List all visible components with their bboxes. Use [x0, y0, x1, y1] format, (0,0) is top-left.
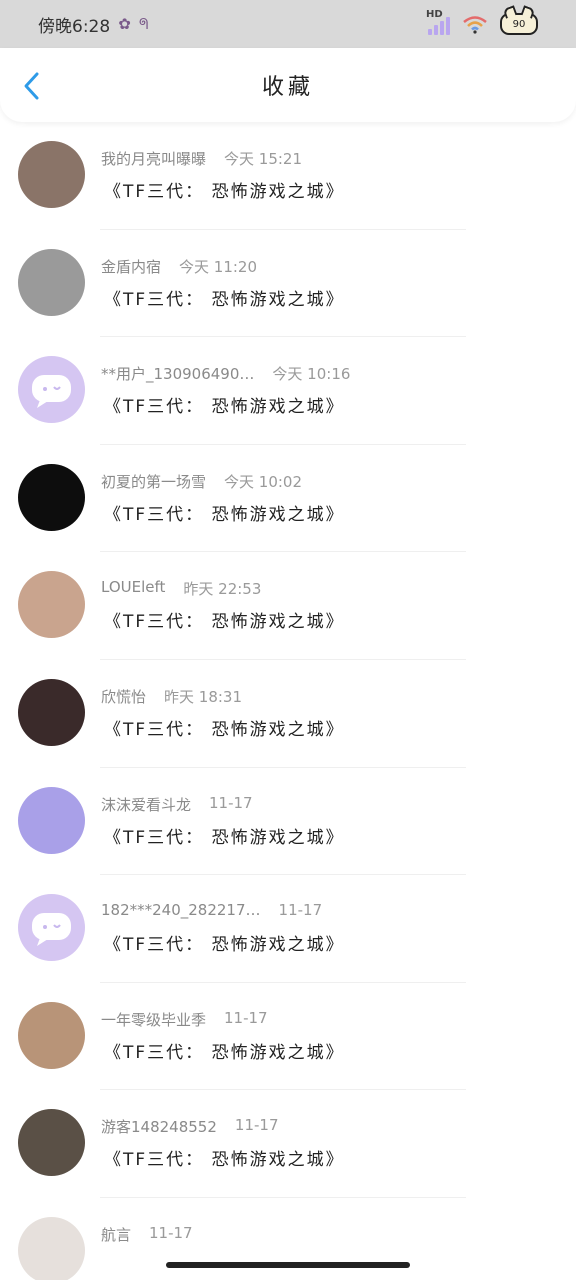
signal-icon: HD — [426, 9, 450, 35]
username[interactable]: 金盾内宿 — [101, 256, 161, 277]
avatar[interactable] — [18, 141, 85, 208]
flower-icon: ✿ — [118, 15, 131, 33]
item-meta: 游客148248552 11-17 — [101, 1116, 279, 1137]
timestamp: 11-17 — [209, 793, 253, 812]
timestamp: 今天 10:02 — [224, 472, 303, 491]
favorite-title[interactable]: 《TF三代： 恐怖游戏之城》 — [104, 177, 345, 202]
item-meta: 欣慌怡 昨天 18:31 — [101, 686, 242, 707]
status-time: 傍晚6:28 — [38, 16, 111, 37]
username[interactable]: 沫沫爱看斗龙 — [101, 794, 191, 815]
item-meta: LOUEleft 昨天 22:53 — [101, 578, 261, 599]
page-title: 收藏 — [261, 75, 314, 100]
avatar[interactable] — [18, 786, 85, 854]
username[interactable]: LOUEleft — [101, 578, 165, 599]
list-item[interactable]: 欣慌怡 昨天 18:31 《TF三代： 恐怖游戏之城》 — [0, 660, 576, 768]
username[interactable]: 我的月亮叫曝曝 — [101, 148, 206, 169]
chevron-left-icon — [24, 72, 39, 100]
list-item[interactable]: 我的月亮叫曝曝 今天 15:21 《TF三代： 恐怖游戏之城》 — [0, 122, 576, 230]
item-meta: 一年零级毕业季 11-17 — [101, 1009, 268, 1030]
favorite-title[interactable]: 《TF三代： 恐怖游戏之城》 — [104, 500, 345, 525]
list-item[interactable]: 初夏的第一场雪 今天 10:02 《TF三代： 恐怖游戏之城》 — [0, 445, 576, 553]
item-meta: 182***240_282217… 11-17 — [101, 901, 322, 919]
avatar[interactable] — [18, 1001, 85, 1069]
username[interactable]: 182***240_282217… — [101, 901, 261, 919]
item-meta: 航言 11-17 — [101, 1224, 193, 1245]
favorite-title[interactable]: 《TF三代： 恐怖游戏之城》 — [104, 607, 345, 632]
status-right: HD 90 — [426, 9, 538, 35]
wifi-icon — [463, 16, 487, 34]
username[interactable]: 航言 — [101, 1224, 131, 1245]
username[interactable]: 欣慌怡 — [101, 686, 146, 707]
avatar[interactable] — [18, 1109, 85, 1177]
back-button[interactable] — [14, 68, 50, 104]
favorite-title[interactable]: 《TF三代： 恐怖游戏之城》 — [104, 715, 345, 740]
battery-icon: 90 — [500, 13, 538, 35]
username[interactable]: 游客148248552 — [101, 1116, 217, 1137]
timestamp: 11-17 — [234, 1116, 279, 1135]
timestamp: 11-17 — [149, 1223, 193, 1242]
item-meta: 金盾内宿 今天 11:20 — [101, 256, 257, 277]
battery-level: 90 — [512, 18, 526, 30]
timestamp: 今天 10:16 — [272, 365, 351, 384]
favorite-title[interactable]: 《TF三代： 恐怖游戏之城》 — [104, 823, 345, 848]
sticker-icon: ᖗ — [138, 15, 149, 33]
item-meta: 我的月亮叫曝曝 今天 15:21 — [101, 148, 302, 169]
avatar[interactable] — [18, 463, 85, 531]
list-item[interactable]: **用户_130906490… 今天 10:16 《TF三代： 恐怖游戏之城》 — [0, 337, 576, 445]
username[interactable]: **用户_130906490… — [101, 363, 254, 384]
hd-label: HD — [426, 9, 443, 20]
timestamp: 昨天 18:31 — [164, 687, 243, 706]
favorite-title[interactable]: 《TF三代： 恐怖游戏之城》 — [104, 1038, 345, 1063]
list-item[interactable]: 游客148248552 11-17 《TF三代： 恐怖游戏之城》 — [0, 1090, 576, 1198]
status-left: 傍晚6:28 ✿ ᖗ — [38, 12, 148, 37]
nav-bar: 收藏 — [0, 48, 576, 122]
avatar[interactable] — [18, 356, 85, 424]
avatar[interactable] — [18, 571, 85, 639]
avatar[interactable] — [18, 1216, 85, 1280]
avatar[interactable] — [18, 248, 85, 316]
timestamp: 11-17 — [278, 901, 323, 920]
timestamp: 今天 11:20 — [179, 257, 258, 276]
favorite-title[interactable]: 《TF三代： 恐怖游戏之城》 — [104, 930, 345, 955]
item-meta: 初夏的第一场雪 今天 10:02 — [101, 471, 302, 492]
avatar[interactable] — [18, 678, 85, 746]
list-item[interactable]: 182***240_282217… 11-17 《TF三代： 恐怖游戏之城》 — [0, 875, 576, 983]
timestamp: 今天 15:21 — [224, 150, 303, 168]
list-item[interactable]: 金盾内宿 今天 11:20 《TF三代： 恐怖游戏之城》 — [0, 230, 576, 338]
list-item[interactable]: 沫沫爱看斗龙 11-17 《TF三代： 恐怖游戏之城》 — [0, 768, 576, 876]
avatar[interactable] — [18, 894, 85, 962]
item-meta: 沫沫爱看斗龙 11-17 — [101, 794, 253, 815]
home-indicator[interactable] — [166, 1262, 410, 1268]
timestamp: 11-17 — [224, 1008, 268, 1027]
item-meta: **用户_130906490… 今天 10:16 — [101, 363, 350, 384]
favorite-title[interactable]: 《TF三代： 恐怖游戏之城》 — [104, 392, 345, 417]
favorites-list: 我的月亮叫曝曝 今天 15:21 《TF三代： 恐怖游戏之城》 金盾内宿 今天 11:2… — [0, 122, 576, 1280]
favorite-title[interactable]: 《TF三代： 恐怖游戏之城》 — [104, 1145, 345, 1170]
timestamp: 昨天 22:53 — [183, 580, 262, 599]
list-item[interactable]: LOUEleft 昨天 22:53 《TF三代： 恐怖游戏之城》 — [0, 552, 576, 660]
favorite-title[interactable]: 《TF三代： 恐怖游戏之城》 — [104, 285, 345, 310]
username[interactable]: 初夏的第一场雪 — [101, 471, 206, 492]
list-item[interactable]: 一年零级毕业季 11-17 《TF三代： 恐怖游戏之城》 — [0, 983, 576, 1091]
status-bar: 傍晚6:28 ✿ ᖗ HD 90 — [0, 0, 576, 48]
username[interactable]: 一年零级毕业季 — [101, 1009, 206, 1030]
